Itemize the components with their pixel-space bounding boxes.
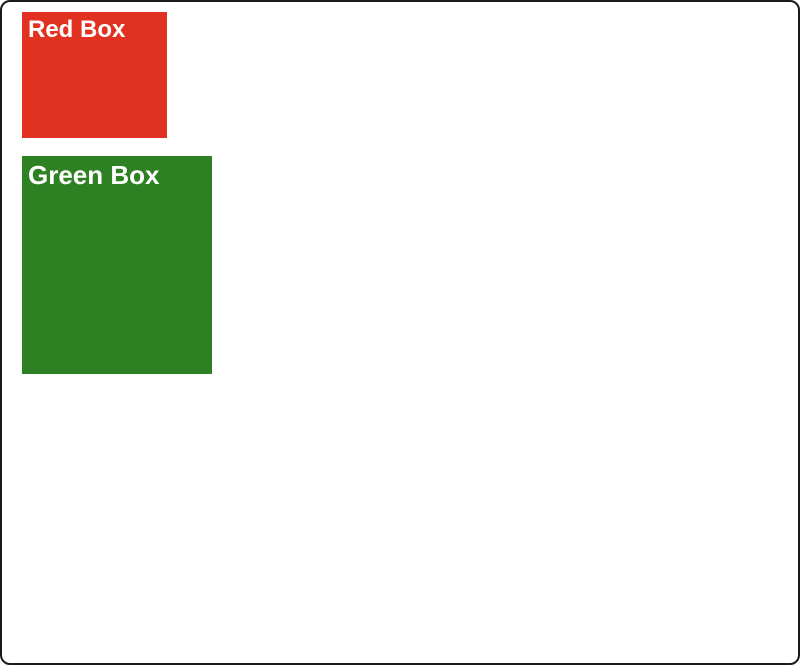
green-box: Green Box	[22, 156, 212, 374]
box-container: Red Box Green Box	[2, 2, 798, 374]
red-box: Red Box	[22, 12, 167, 138]
red-box-label: Red Box	[28, 16, 125, 44]
green-box-label: Green Box	[28, 160, 160, 191]
